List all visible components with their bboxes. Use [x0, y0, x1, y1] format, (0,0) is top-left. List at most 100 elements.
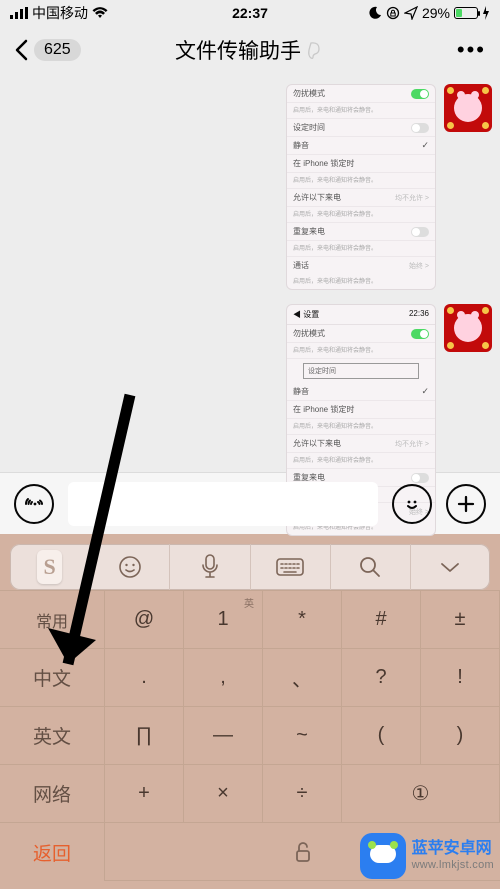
kb-side-network[interactable]: 网络 [0, 765, 105, 823]
kb-key-dash[interactable]: — [184, 707, 263, 765]
earpiece-icon [305, 40, 325, 60]
battery-icon [454, 7, 478, 19]
kb-key-tilde[interactable]: ~ [263, 707, 342, 765]
chat-area[interactable]: 勿扰模式 启用后，来电和通知将会静音。 设定时间 静音 在 iPhone 锁定时… [0, 74, 500, 472]
keyboard-logo[interactable]: S [10, 544, 90, 590]
kb-key-star[interactable]: * [263, 591, 342, 649]
keyboard-icon [275, 556, 305, 578]
more-actions-button[interactable] [446, 484, 486, 524]
status-time: 22:37 [232, 5, 268, 21]
b-label: 静音 [293, 386, 309, 397]
kb-key-bang[interactable]: ! [421, 649, 500, 707]
kb-key-qmark[interactable]: ? [342, 649, 421, 707]
kb-key-pm[interactable]: ± [421, 591, 500, 649]
b-label: 勿扰模式 [293, 328, 325, 339]
unread-badge: 625 [34, 39, 81, 61]
chevron-down-icon [438, 559, 462, 575]
kb-key-hash[interactable]: # [342, 591, 421, 649]
kb-key-plus[interactable]: + [105, 765, 184, 823]
page-title-text: 文件传输助手 [175, 35, 301, 65]
lock-open-icon [290, 839, 316, 865]
kb-key-circ1[interactable]: ① [342, 765, 500, 823]
soundwave-icon [23, 493, 45, 515]
toggle-off-icon [411, 123, 429, 133]
keyboard-search-button[interactable] [331, 544, 411, 590]
chat-header: 625 文件传输助手 ••• [0, 26, 500, 74]
kb-key-at[interactable]: @ [105, 591, 184, 649]
b-sub: 启用后，来电和通知将会静音。 [287, 241, 435, 257]
message-out: 勿扰模式 启用后，来电和通知将会静音。 设定时间 静音 在 iPhone 锁定时… [8, 84, 492, 290]
keyboard-emoji-button[interactable] [90, 544, 170, 590]
smile-icon [401, 493, 423, 515]
b-label: 在 iPhone 锁定时 [293, 404, 354, 415]
kb-key-div[interactable]: ÷ [263, 765, 342, 823]
wifi-icon [92, 7, 108, 19]
kb-side-english[interactable]: 英文 [0, 707, 105, 765]
moon-icon [368, 6, 382, 20]
charging-icon [482, 6, 490, 20]
toggle-on-icon [411, 329, 429, 339]
location-icon [404, 6, 418, 20]
b-selectbox: 设定时间 [303, 363, 419, 379]
b-label: 静音 [293, 140, 309, 151]
b-label: 通话 [293, 260, 309, 271]
search-icon [357, 554, 383, 580]
b-sub: 启用后，来电和通知将会静音。 [287, 419, 435, 435]
b-sub: 启用后，来电和通知将会静音。 [287, 274, 435, 289]
kb-key-lock[interactable] [105, 823, 500, 881]
b-sub: 启用后，来电和通知将会静音。 [287, 453, 435, 469]
message-image[interactable]: 勿扰模式 启用后，来电和通知将会静音。 设定时间 静音 在 iPhone 锁定时… [286, 84, 436, 290]
more-button[interactable]: ••• [457, 37, 486, 63]
lock-icon [386, 6, 400, 20]
carrier-label: 中国移动 [32, 3, 88, 23]
check-icon [421, 386, 429, 397]
chevron-left-icon [14, 39, 28, 61]
b-sub: 启用后，来电和通知将会静音。 [287, 343, 435, 359]
battery-pct: 29% [422, 5, 450, 21]
emoji-button[interactable] [392, 484, 432, 524]
voice-toggle-button[interactable] [14, 484, 54, 524]
page-title: 文件传输助手 [175, 35, 325, 65]
b-label: 在 iPhone 锁定时 [293, 158, 354, 169]
b-label: 勿扰模式 [293, 88, 325, 99]
b-sub: 启用后，来电和通知将会静音。 [287, 173, 435, 189]
signal-icon [10, 7, 28, 19]
plus-icon [455, 493, 477, 515]
keyboard-toolbar: S [0, 534, 500, 590]
kb-key-dun[interactable]: 、 [263, 649, 342, 707]
keyboard-type-button[interactable] [251, 544, 331, 590]
b-label: 设定时间 [293, 122, 325, 133]
kb-key-pi[interactable]: ∏ [105, 707, 184, 765]
toggle-off-icon [411, 227, 429, 237]
kb-key-comma[interactable]: , [184, 649, 263, 707]
kb-side-return[interactable]: 返回 [0, 823, 105, 881]
status-right: 29% [368, 5, 490, 21]
check-icon [421, 140, 429, 151]
back-button[interactable]: 625 [14, 39, 81, 61]
status-bar: 中国移动 22:37 29% [0, 0, 500, 26]
kb-key-1[interactable]: 1英 [184, 591, 263, 649]
kb-side-common[interactable]: 常用 [0, 591, 105, 649]
b-label: 允许以下来电 [293, 438, 341, 449]
kb-key-rparen[interactable]: ) [421, 707, 500, 765]
smile-outline-icon [117, 554, 143, 580]
kb-key-mult[interactable]: × [184, 765, 263, 823]
avatar[interactable] [444, 304, 492, 352]
keyboard-grid: 常用 @ 1英 * # ± 中文 . , 、 ? ! 英文 ∏ — ~ ( ) … [0, 590, 500, 881]
b-sub: 启用后，来电和通知将会静音。 [287, 207, 435, 223]
toggle-on-icon [411, 89, 429, 99]
keyboard: S 常用 @ 1英 * # ± 中文 . , [0, 534, 500, 889]
toggle-off-icon [411, 473, 429, 483]
kb-key-period[interactable]: . [105, 649, 184, 707]
mic-icon [199, 553, 221, 581]
message-input[interactable] [68, 482, 378, 526]
b-sub: 启用后，来电和通知将会静音。 [287, 103, 435, 119]
keyboard-voice-button[interactable] [170, 544, 250, 590]
kb-key-lparen[interactable]: ( [342, 707, 421, 765]
kb-side-chinese[interactable]: 中文 [0, 649, 105, 707]
keyboard-collapse-button[interactable] [411, 544, 490, 590]
b-label: 允许以下来电 [293, 192, 341, 203]
b-label: 重复来电 [293, 226, 325, 237]
avatar[interactable] [444, 84, 492, 132]
status-left: 中国移动 [10, 3, 108, 23]
